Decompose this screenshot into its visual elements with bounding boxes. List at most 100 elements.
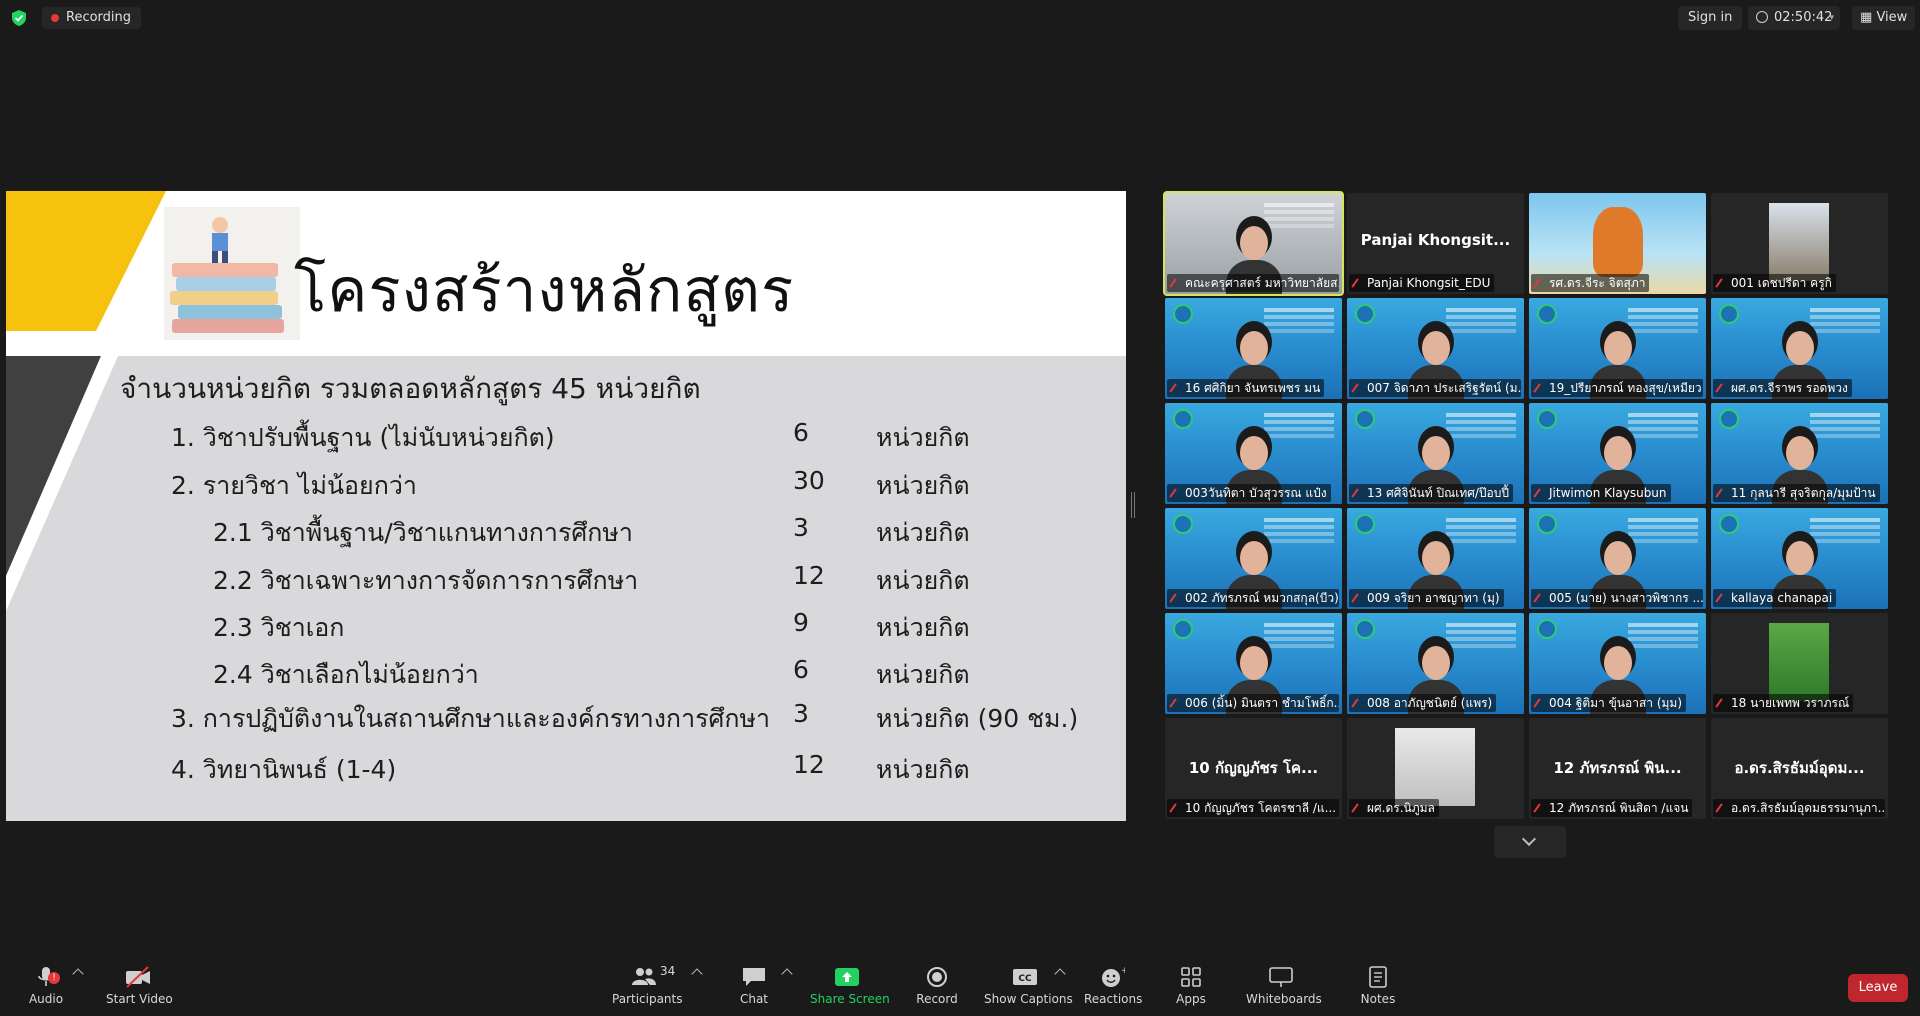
participant-tile[interactable]: 12 ภัทรภรณ์ พิน... 12 ภัทรภรณ์ พินสิดา /แ…: [1529, 718, 1706, 819]
credit-row-number: 3: [793, 513, 809, 542]
recording-indicator[interactable]: Recording: [42, 7, 142, 29]
books-illustration-icon: [164, 207, 300, 340]
participant-tile[interactable]: ผศ.ดร.จีราพร รอดพวง: [1711, 298, 1888, 399]
university-logo-icon: [1719, 514, 1739, 534]
participant-tile[interactable]: 001 เดชปรีดา ครูกิ: [1711, 193, 1888, 294]
slide-title: โครงสร้างหลักสูตร: [294, 256, 795, 326]
credit-row: 2.3 วิชาเอก 9 หน่วยกิต: [6, 608, 1126, 648]
university-logo-icon: [1173, 304, 1193, 324]
participant-tile[interactable]: 10 กัญญภัชร โค... 10 กัญญภัชร โคตรชาลี /แ…: [1165, 718, 1342, 819]
chevron-down-icon: [1521, 831, 1537, 847]
participant-display-name: Panjai Khongsit...: [1360, 231, 1511, 249]
participants-count: 34: [660, 964, 676, 978]
participant-tile[interactable]: 13 ศศิจินันท์ ปิณเทศ/ป๊อบปี้: [1347, 403, 1524, 504]
participant-tile[interactable]: kallaya chanapai: [1711, 508, 1888, 609]
record-label: Record: [916, 992, 958, 1006]
slide-heading: จำนวนหน่วยกิต รวมตลอดหลักสูตร 45 หน่วยกิ…: [120, 372, 701, 405]
audio-options-caret-icon[interactable]: [72, 968, 84, 980]
clock-icon: [1756, 11, 1768, 23]
credit-row-unit: หน่วยกิต: [876, 613, 970, 642]
show-captions-button[interactable]: CC Show Captions: [984, 966, 1073, 1006]
university-logo-icon: [1355, 304, 1375, 324]
notes-button[interactable]: Notes: [1360, 966, 1396, 1006]
university-logo-icon: [1537, 514, 1557, 534]
leave-button[interactable]: Leave: [1848, 974, 1908, 1002]
record-button[interactable]: Record: [915, 966, 959, 1006]
chat-options-caret-icon[interactable]: [781, 968, 793, 980]
show-captions-label: Show Captions: [984, 992, 1073, 1006]
video-camera-off-icon: [126, 966, 150, 988]
participant-name-label: ผศ.ดร.จีราพร รอดพวง: [1713, 379, 1852, 397]
whiteboard-icon: [1269, 967, 1293, 987]
reactions-smiley-icon: +: [1102, 966, 1125, 987]
reactions-button[interactable]: + Reactions: [1084, 966, 1143, 1006]
panel-splitter-handle[interactable]: [1131, 492, 1135, 518]
participant-tile[interactable]: 19_ปรียาภรณ์ ทองสุข/เหมียว: [1529, 298, 1706, 399]
whiteboards-button[interactable]: Whiteboards: [1246, 966, 1322, 1006]
timer-value: 02:50:42: [1774, 10, 1833, 25]
reactions-label: Reactions: [1084, 992, 1143, 1006]
credit-row-number: 12: [793, 561, 825, 590]
sign-in-button[interactable]: Sign in: [1678, 6, 1743, 30]
participant-name-label: รศ.ดร.จีระ จิตสุภา: [1531, 274, 1650, 292]
university-logo-icon: [1719, 409, 1739, 429]
participants-options-caret-icon[interactable]: [691, 968, 703, 980]
meeting-timer[interactable]: 02:50:42 ▾: [1748, 6, 1840, 30]
credit-row-label: 1. วิชาปรับพื้นฐาน (ไม่นับหน่วยกิต): [171, 423, 555, 452]
participants-button[interactable]: 34 Participants: [612, 964, 683, 1006]
top-bar: Recording Sign in 02:50:42 ▾ ▦ View: [0, 0, 1920, 36]
participant-tile[interactable]: 007 จิดาภา ประเสริฐรัตน์ (ม...: [1347, 298, 1524, 399]
participant-tile[interactable]: 004 ฐิติมา ขุ้นอาสา (มุม): [1529, 613, 1706, 714]
participant-tile[interactable]: อ.ดร.สิรธัมม์อุดม... อ.ดร.สิรธัมม์อุดมธรร…: [1711, 718, 1888, 819]
participant-tile[interactable]: 18 นายเพทพ วราภรณ์: [1711, 613, 1888, 714]
chat-label: Chat: [739, 992, 769, 1006]
credit-row-unit: หน่วยกิต: [876, 755, 970, 784]
participant-tile[interactable]: 002 ภัทรภรณ์ หมวกสกุล(บีว): [1165, 508, 1342, 609]
participant-tile[interactable]: 11 กุลนารี สุจริตกุล/มุมป้าน: [1711, 403, 1888, 504]
participant-tile[interactable]: ผศ.ดร.นิภูมล: [1347, 718, 1524, 819]
participant-tile[interactable]: 16 ศศิกิยา จันทรเพชร มน: [1165, 298, 1342, 399]
credit-row-label: 2.3 วิชาเอก: [213, 613, 345, 642]
participant-photo: [1769, 623, 1829, 701]
chat-button[interactable]: Chat: [738, 966, 770, 1006]
credit-row-number: 9: [793, 608, 809, 637]
credit-row-label: 3. การปฏิบัติงานในสถานศึกษาและองค์กรทางก…: [171, 704, 771, 733]
participant-tile[interactable]: 009 จริยา อาชญาทา (มุ): [1347, 508, 1524, 609]
university-logo-icon: [1537, 619, 1557, 639]
credit-row-label: 2.2 วิชาเฉพาะทางการจัดการการศึกษา: [213, 566, 639, 595]
participant-name-label: 11 กุลนารี สุจริตกุล/มุมป้าน: [1713, 484, 1880, 502]
university-logo-icon: [1537, 409, 1557, 429]
gallery-next-page-button[interactable]: [1494, 826, 1566, 858]
university-logo-icon: [1719, 304, 1739, 324]
participant-tile[interactable]: 006 (มิ้น) มินตรา ชำมโพธิ์ก...: [1165, 613, 1342, 714]
credit-row: 4. วิทยานิพนธ์ (1-4) 12 หน่วยกิต: [6, 750, 1126, 790]
participant-tile[interactable]: 008 อาภัญชนิตย์ (แพร): [1347, 613, 1524, 714]
university-logo-icon: [1355, 514, 1375, 534]
fox-avatar-icon: [1593, 207, 1643, 277]
start-video-button[interactable]: Start Video: [106, 966, 173, 1006]
university-logo-icon: [1173, 409, 1193, 429]
participant-tile-active-speaker[interactable]: คณะครุศาสตร์ มหาวิทยาลัยส...: [1163, 191, 1344, 296]
participant-name-label: Jitwimon Klaysubun: [1531, 484, 1671, 502]
audio-button[interactable]: ! Audio: [28, 966, 64, 1006]
participant-tile[interactable]: Jitwimon Klaysubun: [1529, 403, 1706, 504]
participant-name-label: 19_ปรียาภรณ์ ทองสุข/เหมียว: [1531, 379, 1703, 397]
apps-button[interactable]: Apps: [1174, 966, 1208, 1006]
closed-captions-icon: CC: [1013, 969, 1037, 985]
notes-icon: [1369, 966, 1387, 988]
view-label: View: [1876, 10, 1908, 25]
credit-row: 2.2 วิชาเฉพาะทางการจัดการการศึกษา 12 หน่…: [6, 561, 1126, 601]
grid-icon: ▦: [1860, 10, 1873, 25]
participant-display-name: 10 กัญญภัชร โค...: [1188, 759, 1319, 777]
share-screen-button[interactable]: Share Screen: [810, 966, 890, 1006]
participant-tile[interactable]: 005 (มาย) นางสาวพิชากร ...: [1529, 508, 1706, 609]
view-button[interactable]: ▦ View: [1852, 6, 1916, 30]
participant-name-label: 006 (มิ้น) มินตรา ชำมโพธิ์ก...: [1167, 694, 1339, 712]
security-shield-icon[interactable]: [10, 9, 28, 27]
chevron-down-icon: ▾: [1829, 13, 1834, 23]
svg-text:CC: CC: [1018, 974, 1032, 984]
participant-tile[interactable]: Panjai Khongsit... Panjai Khongsit_EDU: [1347, 193, 1524, 294]
participant-tile[interactable]: 003วันทิตา บัวสุวรรณ แป๋ง: [1165, 403, 1342, 504]
participant-tile[interactable]: รศ.ดร.จีระ จิตสุภา: [1529, 193, 1706, 294]
participants-icon: [632, 968, 656, 985]
